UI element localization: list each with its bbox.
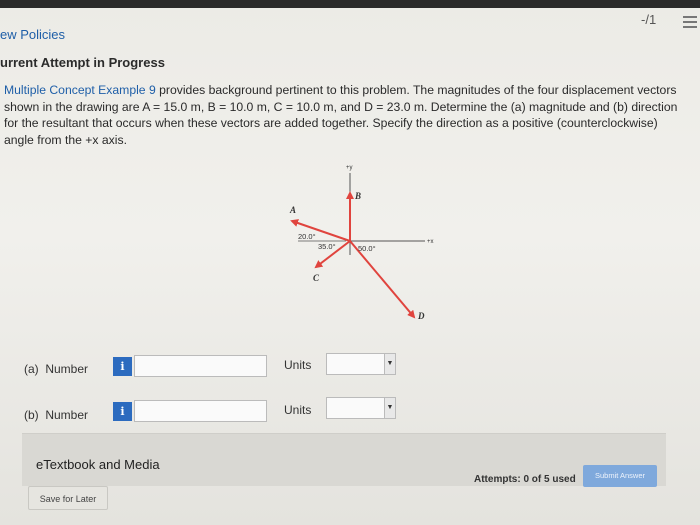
part-a-number-input[interactable] — [134, 355, 267, 377]
part-b-info-button[interactable]: i — [113, 402, 132, 421]
score-display: -/1 — [641, 12, 657, 27]
part-b-label: (b) Number — [24, 408, 88, 422]
x-axis-label: +x — [427, 239, 434, 245]
part-b-number-input[interactable] — [134, 400, 267, 422]
part-a-units-label: Units — [284, 358, 312, 372]
view-policies-link[interactable]: ew Policies — [0, 27, 65, 42]
concept-example-link[interactable]: Multiple Concept Example 9 — [4, 83, 156, 97]
part-b-number-label: Number — [45, 408, 89, 422]
part-a-info-button[interactable]: i — [113, 357, 132, 376]
part-a-label: (a) Number — [24, 362, 88, 376]
vector-label-a: A — [289, 205, 296, 215]
part-a-number-label: Number — [45, 362, 89, 376]
part-a-units-select[interactable]: ▼ — [326, 353, 396, 375]
submit-answer-button[interactable]: Submit Answer — [583, 465, 657, 487]
part-b-id: (b) — [24, 408, 39, 422]
problem-statement: Multiple Concept Example 9 provides back… — [4, 82, 684, 148]
list-menu-icon[interactable] — [683, 16, 697, 28]
save-for-later-button[interactable]: Save for Later — [28, 486, 108, 510]
part-b-units-label: Units — [284, 403, 312, 417]
part-a-id: (a) — [24, 362, 39, 376]
etextbook-media-link[interactable]: eTextbook and Media — [36, 457, 160, 472]
vector-label-d: D — [417, 311, 425, 321]
chevron-down-icon[interactable]: ▼ — [384, 354, 395, 374]
vector-label-c: C — [313, 273, 320, 283]
attempts-counter: Attempts: 0 of 5 used — [474, 474, 576, 485]
vector-diagram: +y +x A B C D 20.0° 35.0° 50.0° — [289, 165, 434, 321]
angle-label-d: 50.0° — [358, 244, 376, 253]
angle-label-a: 20.0° — [298, 232, 316, 241]
top-bar — [0, 0, 700, 8]
vector-label-b: B — [354, 191, 361, 201]
angle-label-c: 35.0° — [318, 242, 336, 251]
attempt-status-title: urrent Attempt in Progress — [0, 55, 165, 70]
y-axis-label: +y — [346, 165, 353, 171]
part-b-units-select[interactable]: ▼ — [326, 397, 396, 419]
chevron-down-icon[interactable]: ▼ — [384, 398, 395, 418]
